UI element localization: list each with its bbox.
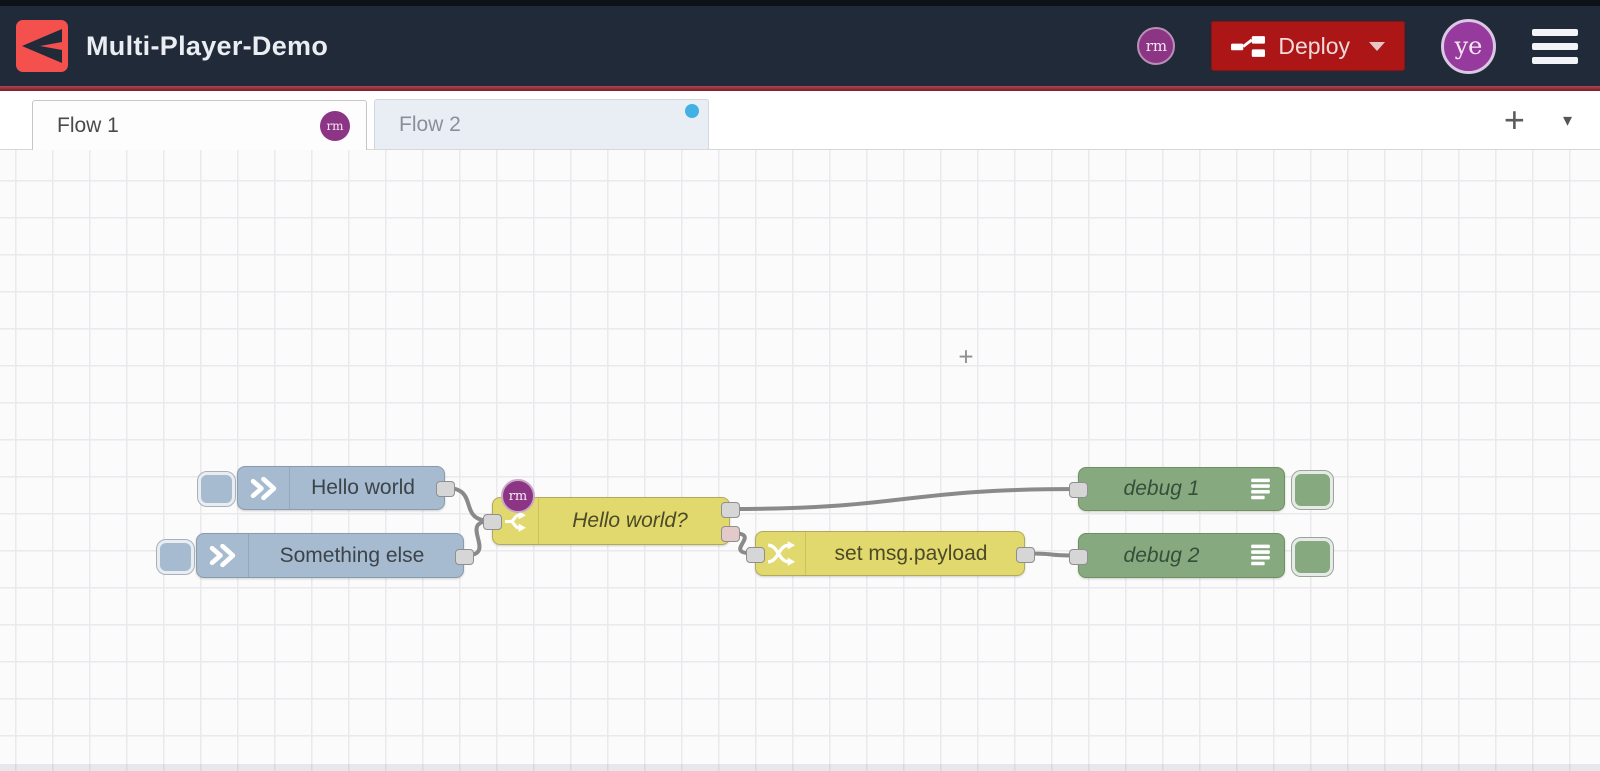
flow-canvas[interactable]: + Hello world Something else Hello world? r… (0, 150, 1600, 771)
deploy-label: Deploy (1278, 32, 1350, 59)
tab-flow-1[interactable]: Flow 1 rm (32, 100, 367, 150)
collaborator-avatar[interactable]: rm (1137, 27, 1176, 65)
hamburger-bar (1532, 42, 1578, 50)
flowfuse-logo[interactable] (16, 20, 68, 72)
port-output-0[interactable] (455, 548, 474, 565)
page-title: Multi-Player-Demo (86, 30, 329, 61)
node-label: debug 1 (1123, 477, 1200, 500)
debug-icon (1236, 468, 1284, 510)
node-editor-avatar: rm (501, 479, 535, 513)
node-switch-hello-world[interactable]: Hello world? rm (483, 479, 740, 545)
hamburger-menu-icon[interactable] (1532, 28, 1578, 64)
port-output-1[interactable] (721, 526, 740, 542)
app-header: Multi-Player-Demo rm Deploy ye (0, 6, 1600, 86)
node-change-set-payload[interactable]: set msg.payload (746, 531, 1035, 576)
hamburger-bar (1532, 56, 1578, 64)
wire-layer (444, 486, 1079, 558)
node-debug-1[interactable]: debug 1 (1069, 467, 1334, 511)
debug-icon (1236, 534, 1284, 577)
tab-collaborator-avatar: rm (320, 110, 350, 141)
flow-tab-bar: Flow 1 rm Flow 2 + ▾ (0, 91, 1600, 150)
port-input[interactable] (1069, 482, 1088, 498)
wire-switch-hello-world-to-debug-1[interactable] (729, 487, 1079, 511)
flowfuse-logo-mark (22, 29, 62, 63)
deploy-icon (1231, 35, 1266, 57)
port-input[interactable] (483, 514, 502, 530)
inject-trigger-button[interactable] (197, 471, 236, 507)
user-avatar[interactable]: ye (1441, 18, 1496, 74)
port-output-0[interactable] (721, 502, 740, 518)
inject-trigger-button[interactable] (156, 538, 195, 575)
debug-toggle-button[interactable] (1291, 536, 1334, 577)
node-label: debug 2 (1123, 543, 1200, 567)
flow-list-button[interactable]: ▾ (1563, 110, 1572, 131)
tab-flow-2[interactable]: Flow 2 (374, 99, 709, 149)
port-input[interactable] (1069, 548, 1088, 565)
hamburger-bar (1532, 28, 1578, 36)
add-flow-button[interactable]: + (1504, 102, 1525, 138)
deploy-caret-icon[interactable] (1369, 41, 1385, 51)
node-inject-hello-world[interactable]: Hello world (197, 466, 455, 510)
port-output-0[interactable] (1016, 546, 1035, 563)
unread-activity-dot (685, 104, 699, 118)
node-label: set msg.payload (834, 541, 988, 565)
node-inject-something-else[interactable]: Something else (156, 533, 474, 578)
debug-toggle-button[interactable] (1291, 470, 1334, 510)
tab-label: Flow 1 (57, 113, 119, 137)
deploy-button[interactable]: Deploy (1211, 21, 1405, 71)
inject-arrow-icon (197, 534, 249, 577)
node-debug-2[interactable]: debug 2 (1069, 533, 1334, 578)
port-output-0[interactable] (436, 481, 455, 497)
node-label: Hello world? (572, 509, 688, 532)
inject-arrow-icon (238, 467, 290, 509)
node-label: Something else (279, 543, 425, 567)
tab-label: Flow 2 (399, 112, 461, 136)
node-label: Hello world (311, 476, 415, 499)
port-input[interactable] (746, 546, 765, 563)
